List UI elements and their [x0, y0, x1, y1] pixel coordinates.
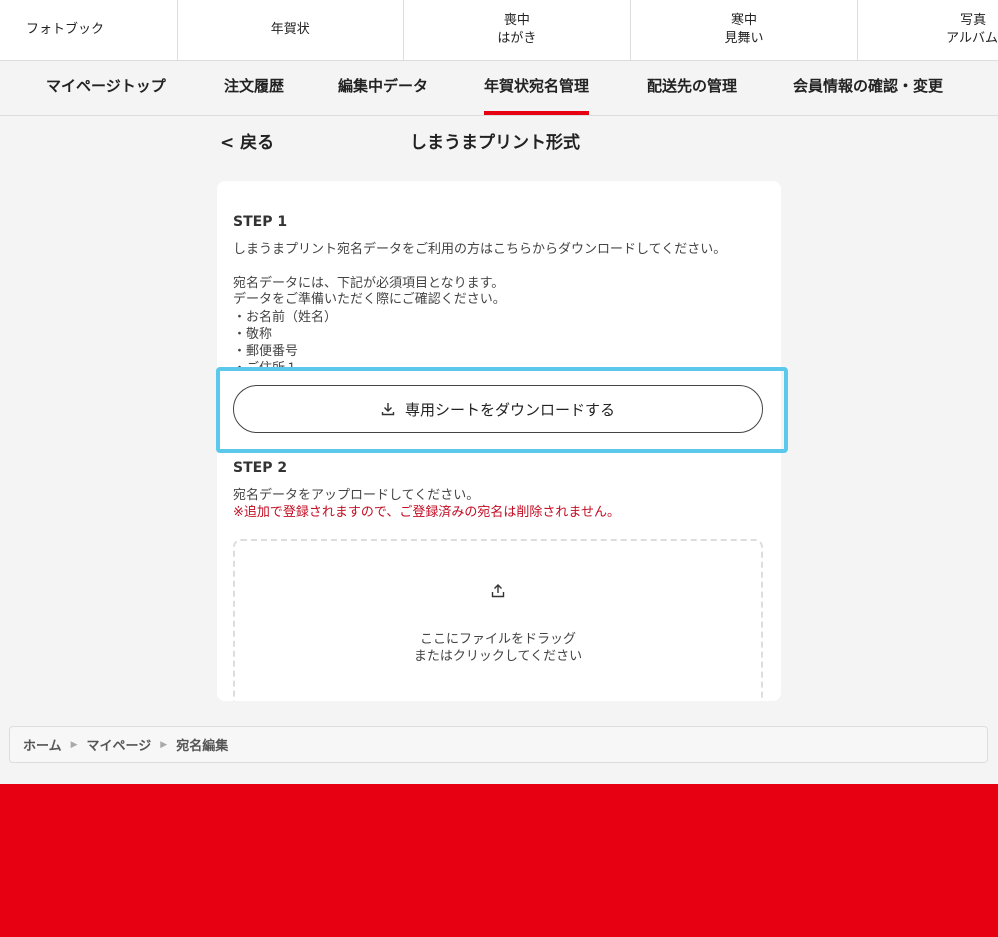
category-kanchu-mimai[interactable]: 寒中 見舞い — [631, 0, 859, 60]
step1-description: しまうまプリント宛名データをご利用の方はこちらからダウンロードしてください。 — [233, 242, 727, 257]
upload-card: STEP 1 しまうまプリント宛名データをご利用の方はこちらからダウンロードして… — [217, 181, 781, 701]
step1-note: データをご準備いただく際にご確認ください。 — [233, 292, 506, 307]
breadcrumb-current: 宛名編集 — [176, 739, 229, 754]
category-label: はがき — [497, 31, 537, 46]
back-link[interactable]: < 戻る — [220, 128, 274, 153]
required-item: ・ご住所１ — [233, 361, 299, 371]
required-item: ・郵便番号 — [233, 344, 299, 359]
mypage-nav: マイページトップ 注文履歴 編集中データ 年賀状宛名管理 配送先の管理 会員情報… — [0, 61, 998, 116]
category-label: アルバム — [946, 31, 998, 46]
footer — [0, 784, 998, 937]
category-photo-album[interactable]: 写真 アルバム — [858, 0, 998, 60]
category-photobook[interactable]: フォトブック — [0, 0, 178, 60]
category-label: 年賀状 — [270, 22, 310, 37]
nav-member-info[interactable]: 会員情報の確認・変更 — [793, 61, 943, 115]
nav-mypage-top[interactable]: マイページトップ — [46, 61, 166, 115]
category-label: 写真 — [960, 13, 987, 28]
category-nengajo[interactable]: 年賀状 — [178, 0, 404, 60]
nav-delivery-address[interactable]: 配送先の管理 — [647, 61, 737, 115]
dropzone-label: またはクリックしてください — [413, 649, 583, 664]
upload-icon — [491, 584, 505, 598]
breadcrumb-separator-icon: ▶ — [70, 739, 78, 750]
download-sheet-button[interactable]: 専用シートをダウンロードする — [233, 385, 763, 433]
file-dropzone[interactable]: ここにファイルをドラッグ またはクリックしてください — [233, 539, 763, 701]
nav-order-history[interactable]: 注文履歴 — [224, 61, 284, 115]
page-title: しまうまプリント形式 — [410, 133, 580, 153]
step1-title: STEP 1 — [233, 214, 288, 230]
required-item: ・敬称 — [233, 327, 273, 342]
category-label: フォトブック — [26, 22, 105, 37]
required-item: ・お名前（姓名） — [233, 310, 338, 325]
step2-warning: ※追加で登録されますので、ご登録済みの宛名は削除されません。 — [233, 505, 620, 520]
step2-title: STEP 2 — [233, 460, 288, 476]
download-icon — [381, 403, 395, 416]
nav-nengajo-address[interactable]: 年賀状宛名管理 — [484, 61, 590, 115]
category-mochu-hagaki[interactable]: 喪中 はがき — [404, 0, 631, 60]
category-label: 寒中 — [731, 13, 758, 28]
category-bar: フォトブック 年賀状 喪中 はがき 寒中 見舞い 写真 アルバム — [0, 0, 998, 61]
download-button-label: 専用シートをダウンロードする — [404, 400, 615, 419]
breadcrumb-separator-icon: ▶ — [160, 739, 168, 750]
breadcrumb: ホーム ▶ マイページ ▶ 宛名編集 — [9, 726, 988, 763]
category-label: 見舞い — [724, 31, 764, 46]
nav-editing-data[interactable]: 編集中データ — [338, 61, 428, 115]
breadcrumb-home[interactable]: ホーム — [23, 735, 62, 754]
step1-note: 宛名データには、下記が必須項目となります。 — [233, 276, 505, 291]
step2-description: 宛名データをアップロードしてください。 — [233, 488, 480, 503]
breadcrumb-mypage[interactable]: マイページ — [87, 735, 152, 754]
required-items-list: ・お名前（姓名） ・敬称 ・郵便番号 ・ご住所１ — [233, 309, 753, 371]
category-label: 喪中 — [503, 13, 530, 28]
